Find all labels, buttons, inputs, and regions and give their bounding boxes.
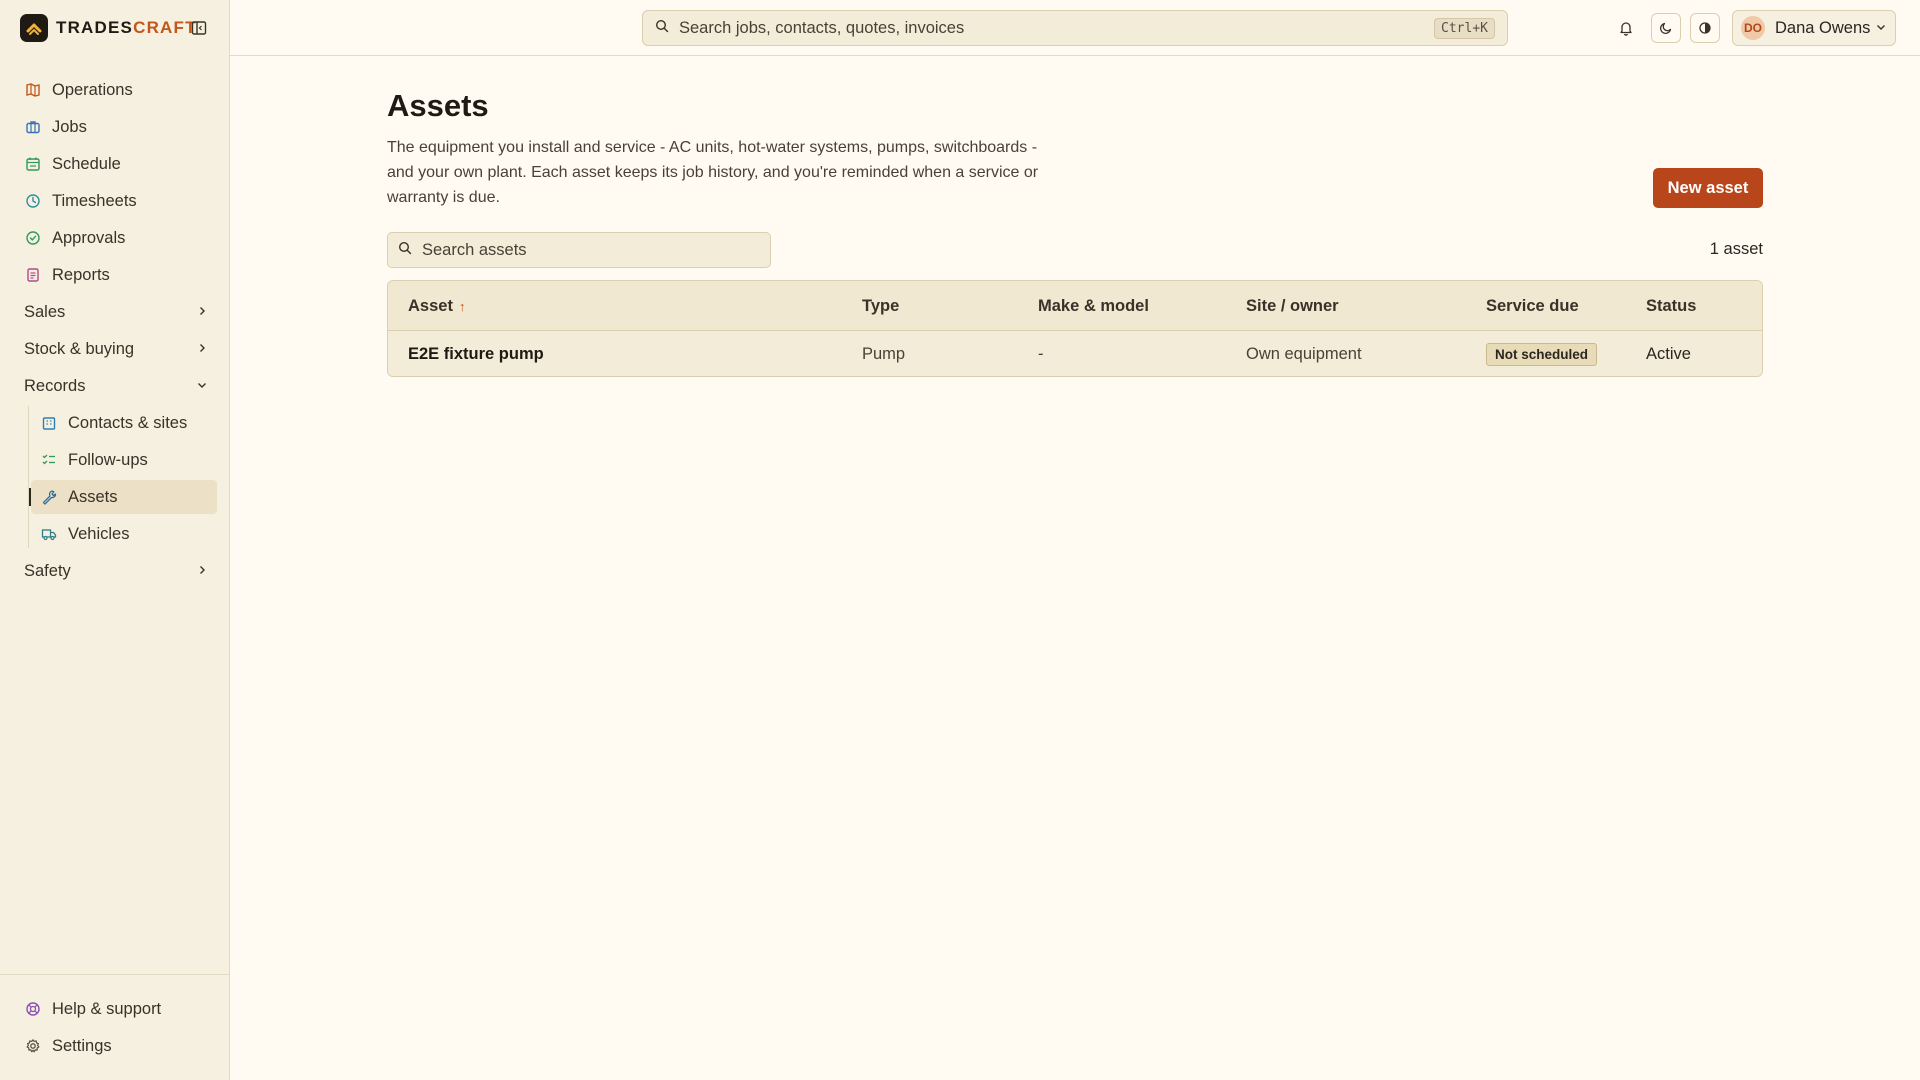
assets-table: Asset ↑ Type Make & model Site / owner S… — [387, 280, 1763, 377]
sidebar-item-label: Timesheets — [52, 191, 137, 210]
sidebar-group-label: Sales — [24, 302, 66, 321]
sidebar-item-label: Assets — [68, 487, 118, 506]
global-search-input[interactable]: Search jobs, contacts, quotes, invoices … — [642, 10, 1508, 46]
brand[interactable]: TRADESCRAFT — [20, 14, 197, 42]
cell-service-due: Not scheduled — [1486, 331, 1598, 376]
lifebuoy-icon — [24, 1000, 42, 1018]
page-title: Assets — [387, 88, 489, 123]
dark-mode-moon-icon[interactable] — [1651, 13, 1681, 43]
sidebar-item-assets[interactable]: Assets — [29, 480, 217, 514]
brand-logo-icon — [20, 14, 48, 42]
sidebar-item-label: Help & support — [52, 999, 162, 1018]
global-search-placeholder: Search jobs, contacts, quotes, invoices — [679, 18, 965, 37]
column-header-asset[interactable]: Asset ↑ — [408, 281, 465, 331]
gear-icon — [24, 1037, 42, 1055]
sidebar-item-follow-ups[interactable]: Follow-ups — [31, 443, 217, 477]
chevron-right-icon — [196, 302, 208, 322]
column-header-service-due[interactable]: Service due — [1486, 281, 1579, 331]
sidebar-group-label: Stock & buying — [24, 339, 135, 358]
cell-make-model: - — [1038, 345, 1044, 363]
records-rail — [28, 406, 29, 548]
chevron-down-icon — [196, 376, 208, 396]
sidebar-item-label: Operations — [52, 80, 133, 99]
sort-ascending-icon: ↑ — [458, 298, 466, 314]
sidebar-item-jobs[interactable]: Jobs — [14, 110, 218, 144]
chevron-down-icon — [1875, 18, 1887, 38]
asset-search-field[interactable] — [387, 232, 771, 268]
chevron-right-icon — [196, 561, 208, 581]
check-circle-icon — [24, 229, 42, 247]
column-header-make-model[interactable]: Make & model — [1038, 281, 1149, 331]
asset-count: 1 asset — [1709, 240, 1763, 258]
sidebar-item-label: Approvals — [52, 228, 126, 247]
truck-icon — [40, 525, 58, 543]
cell-type: Pump — [862, 345, 906, 363]
notifications-bell-icon[interactable] — [1611, 13, 1641, 43]
building-icon — [40, 414, 58, 432]
checklist-icon — [40, 451, 58, 469]
brand-name: TRADESCRAFT — [56, 18, 197, 37]
cell-asset-name[interactable]: E2E fixture pump — [408, 331, 544, 376]
search-icon — [655, 18, 669, 38]
briefcase-icon — [24, 118, 42, 136]
report-icon — [24, 266, 42, 284]
sidebar-group-stock[interactable]: Stock & buying — [14, 332, 218, 366]
sidebar-item-label: Reports — [52, 265, 110, 284]
sidebar-item-label: Jobs — [52, 117, 87, 136]
wrench-icon — [40, 488, 58, 506]
sidebar-footer: Help & support Settings — [0, 974, 230, 1080]
sidebar-group-sales[interactable]: Sales — [14, 295, 218, 329]
table-header: Asset ↑ Type Make & model Site / owner S… — [388, 281, 1762, 331]
sidebar-group-label: Records — [24, 376, 86, 395]
calendar-icon — [24, 155, 42, 173]
sidebar-item-schedule[interactable]: Schedule — [14, 147, 218, 181]
user-menu-button[interactable]: DO Dana Owens — [1732, 10, 1896, 46]
cell-status: Active — [1646, 345, 1691, 363]
sidebar-item-label: Follow-ups — [68, 450, 148, 469]
sidebar-item-help[interactable]: Help & support — [14, 992, 218, 1026]
page-description: The equipment you install and service - … — [387, 139, 1039, 206]
new-asset-button[interactable]: New asset — [1653, 168, 1763, 208]
sidebar-item-operations[interactable]: Operations — [14, 73, 218, 107]
sidebar-item-label: Schedule — [52, 154, 121, 173]
sidebar-item-settings[interactable]: Settings — [14, 1029, 218, 1063]
avatar: DO — [1741, 16, 1765, 40]
asset-search-input[interactable] — [422, 240, 752, 260]
sidebar-item-label: Settings — [52, 1036, 112, 1055]
column-header-status[interactable]: Status — [1646, 281, 1696, 331]
clock-icon — [24, 192, 42, 210]
contrast-icon[interactable] — [1690, 13, 1720, 43]
column-header-type[interactable]: Type — [862, 281, 899, 331]
search-icon — [398, 240, 412, 260]
sidebar-item-label: Vehicles — [68, 524, 130, 543]
sidebar-group-records[interactable]: Records — [14, 369, 218, 403]
table-row[interactable]: E2E fixture pump Pump - Own equipment No… — [388, 331, 1762, 376]
sidebar-item-approvals[interactable]: Approvals — [14, 221, 218, 255]
sidebar-item-reports[interactable]: Reports — [14, 258, 218, 292]
user-name: Dana Owens — [1775, 18, 1871, 37]
chevron-right-icon — [196, 339, 208, 359]
sidebar-item-label: Contacts & sites — [68, 413, 188, 432]
sidebar-group-safety[interactable]: Safety — [14, 554, 218, 588]
cell-site-owner: Own equipment — [1246, 345, 1362, 363]
topbar: Search jobs, contacts, quotes, invoices … — [230, 0, 1920, 56]
collapse-sidebar-icon[interactable] — [190, 19, 208, 37]
sidebar-item-vehicles[interactable]: Vehicles — [31, 517, 217, 551]
sidebar-item-timesheets[interactable]: Timesheets — [14, 184, 218, 218]
map-icon — [24, 81, 42, 99]
status-badge: Not scheduled — [1486, 343, 1598, 366]
column-header-site-owner[interactable]: Site / owner — [1246, 281, 1339, 331]
sidebar-item-contacts-sites[interactable]: Contacts & sites — [31, 406, 217, 440]
sidebar: TRADESCRAFT Operations Jobs Schedule Tim… — [0, 0, 230, 1080]
sidebar-group-label: Safety — [24, 561, 71, 580]
shortcut-hint: Ctrl+K — [1434, 17, 1495, 39]
